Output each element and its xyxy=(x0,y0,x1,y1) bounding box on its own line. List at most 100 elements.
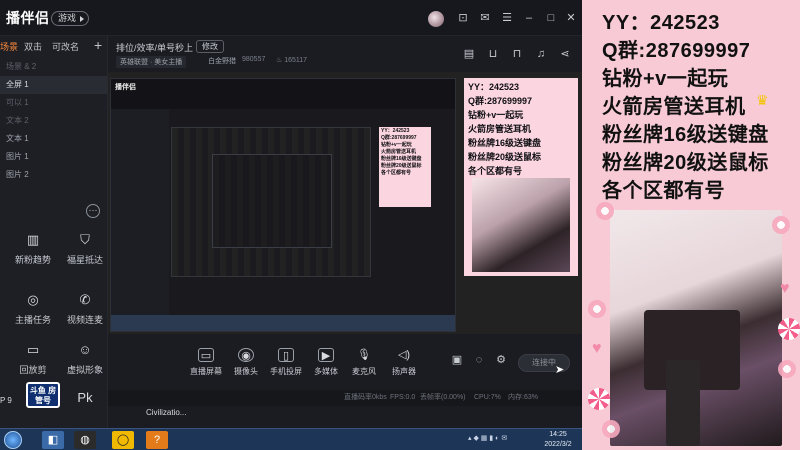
fps-status: FPS:0.0 xyxy=(390,394,416,401)
tool-video-link[interactable]: ✆ 视频连麦 xyxy=(58,292,112,336)
microphone-icon: 🎙 xyxy=(357,349,371,361)
heart-icon: ♥ xyxy=(592,340,602,357)
media-icon: ▶ xyxy=(318,348,334,362)
panel-line-accounts: 各个区都有号 xyxy=(602,180,725,202)
tool-fan-trend[interactable]: ▥ 新粉趋势 xyxy=(6,232,60,276)
flower-icon xyxy=(772,216,790,234)
tool-pk[interactable]: Pk xyxy=(58,390,112,414)
photo-figure xyxy=(666,360,700,446)
shield-icon: ⛉ xyxy=(80,232,90,247)
panel-line-rocket: 火箭房管送耳机 xyxy=(602,96,746,118)
phone-cast-icon: ▯ xyxy=(278,348,294,362)
nested-capture: 播伴侣 YY：242523 Q群:287699997 钻粉+v一起玩 火箭房管送… xyxy=(110,78,456,332)
preview-photo xyxy=(472,178,570,272)
unlock-icon[interactable]: ⊔ xyxy=(486,47,500,61)
share-icon[interactable]: ⋖ xyxy=(558,47,572,61)
nested-taskbar xyxy=(111,315,455,331)
candy-icon xyxy=(588,388,610,410)
app-logo: 播伴侣 xyxy=(6,10,50,26)
title-bar: 播伴侣 游戏 ⊡ ✉ ☰ – □ ✕ xyxy=(0,0,582,36)
panel-line-yy: YY：242523 xyxy=(602,12,720,34)
close-icon[interactable]: ✕ xyxy=(564,11,578,25)
tab-rename[interactable]: 可改名 xyxy=(52,40,79,53)
panel-line-diamond: 钻粉+v一起玩 xyxy=(602,68,729,90)
nested-capture-3 xyxy=(212,154,332,248)
flower-icon xyxy=(596,202,614,220)
start-button[interactable] xyxy=(4,431,22,449)
panel-line-keyboard: 粉丝牌16级送键盘 xyxy=(602,124,769,146)
douyu-watermark: 斗鱼 房管号 xyxy=(26,382,60,408)
tool-replay-clip[interactable]: ▭ 回放剪 xyxy=(6,342,60,386)
source-item[interactable]: 文本 1 xyxy=(0,130,108,148)
chart-icon: ▥ xyxy=(26,232,40,247)
maximize-icon[interactable]: □ xyxy=(544,11,558,25)
edit-title-button[interactable]: 修改 xyxy=(196,40,224,53)
pk-icon: Pk xyxy=(77,390,93,405)
beauty-icon[interactable]: ◌ xyxy=(472,353,486,367)
source-item[interactable]: 可以 1 xyxy=(0,94,108,112)
tab-double-click[interactable]: 双击 xyxy=(24,40,42,53)
tool-anchor-task[interactable]: ◎ 主播任务 xyxy=(6,292,60,336)
source-item[interactable]: 场景 & 2 xyxy=(0,58,108,76)
bitrate-status: 直播码率0kbs xyxy=(344,394,387,401)
windows-taskbar: ◧ ◍ ◯ ? ▴ ◆ ▦ ▮ ◐ ✉ 14:25 2022/3/2 xyxy=(0,428,582,450)
clip-icon: ▭ xyxy=(26,342,40,357)
nested-sidebar xyxy=(111,109,170,331)
taskbar-clock[interactable]: 14:25 2022/3/2 xyxy=(538,430,578,450)
tool-virtual-avatar[interactable]: ☺ 虚拟形象 xyxy=(58,342,112,386)
status-bar: 直播码率0kbs FPS:0.0 丢帧率(0.00%) CPU:7% 内存:63… xyxy=(108,390,582,406)
game-mode-toggle[interactable]: 游戏 xyxy=(51,11,90,26)
crown-icon: ♛ xyxy=(756,92,769,108)
settings-gear-icon[interactable]: ⚙ xyxy=(494,353,508,367)
stream-preview[interactable]: 播伴侣 YY：242523 Q群:287699997 钻粉+v一起玩 火箭房管送… xyxy=(108,72,582,334)
bell-icon[interactable]: ♫ xyxy=(534,47,548,61)
camera-icon: ◉ xyxy=(238,348,254,362)
app-o-icon[interactable]: ◯ xyxy=(112,431,134,449)
fire-icon: ♨ xyxy=(276,57,285,64)
add-scene-button[interactable]: + xyxy=(94,37,102,53)
lock-icon[interactable]: ⊓ xyxy=(510,47,524,61)
speaker-button[interactable]: ◁) 扬声器 xyxy=(378,348,430,377)
message-icon[interactable]: ⊡ xyxy=(456,11,470,25)
video-icon: ✆ xyxy=(79,292,91,307)
window-label: Civilizatio... xyxy=(146,408,187,417)
hot-value: ♨ 165117 xyxy=(276,57,308,64)
source-item[interactable]: 图片 2 xyxy=(0,166,108,184)
flower-icon xyxy=(778,360,796,378)
sidebar: 场景 双击 可改名 + 场景 & 2 全屏 1 可以 1 文本 2 文本 1 图… xyxy=(0,36,108,428)
source-item[interactable]: 全屏 1 xyxy=(0,76,108,94)
user-avatar[interactable] xyxy=(428,11,444,27)
mouse-cursor-icon: ➤ xyxy=(555,364,565,376)
stream-title: 排位/效率/单号秒上 xyxy=(116,43,194,53)
panel-line-mouse: 粉丝牌20级送鼠标 xyxy=(602,152,769,174)
tab-scene[interactable]: 场景 xyxy=(0,40,18,53)
minimize-icon[interactable]: – xyxy=(522,11,536,25)
settings-icon[interactable]: ☰ xyxy=(500,11,514,25)
game-icon[interactable]: ? xyxy=(146,431,168,449)
obs-icon[interactable]: ◍ xyxy=(74,431,96,449)
flower-icon xyxy=(588,300,606,318)
cpu-status: CPU:7% xyxy=(474,394,501,401)
stream-info-bar: 排位/效率/单号秒上 修改 英雄联盟 · 美女主播 白金野猎 980557 ♨ … xyxy=(108,36,582,72)
screen-share-icon: ▭ xyxy=(198,348,214,362)
save-icon[interactable]: ▤ xyxy=(462,47,476,61)
drop-rate-status: 丢帧率(0.00%) xyxy=(420,394,466,401)
avatar-icon: ☺ xyxy=(78,342,92,357)
explorer-icon[interactable]: ◧ xyxy=(42,431,64,449)
source-item[interactable]: 文本 2 xyxy=(0,112,108,130)
nested-app-logo: 播伴侣 xyxy=(115,84,136,91)
speaker-icon: ◁) xyxy=(397,349,411,361)
system-tray[interactable]: ▴ ◆ ▦ ▮ ◐ ✉ xyxy=(468,434,528,446)
memory-status: 内存:63% xyxy=(508,394,538,401)
scene-tabs: 场景 双击 可改名 + xyxy=(0,36,108,56)
rank-tag: 白金野猎 xyxy=(208,58,236,65)
mail-icon[interactable]: ✉ xyxy=(478,11,492,25)
source-item[interactable]: 图片 1 xyxy=(0,148,108,166)
category-tag[interactable]: 英雄联盟 · 美女主播 xyxy=(116,56,187,68)
nested-info-panel: YY：242523 Q群:287699997 钻粉+v一起玩 火箭房管送耳机 粉… xyxy=(379,127,431,207)
tool-blessing[interactable]: ⛉ 福星抵达 xyxy=(58,232,112,276)
record-icon[interactable]: ▣ xyxy=(450,353,464,367)
control-bar: ▭ 直播屏幕 ◉ 摄像头 ▯ 手机投屏 ▶ 多媒体 🎙 麦克风 ◁) 扬声器 ▣… xyxy=(108,334,582,390)
flower-icon xyxy=(602,420,620,438)
more-options-icon[interactable]: ··· xyxy=(86,204,100,218)
